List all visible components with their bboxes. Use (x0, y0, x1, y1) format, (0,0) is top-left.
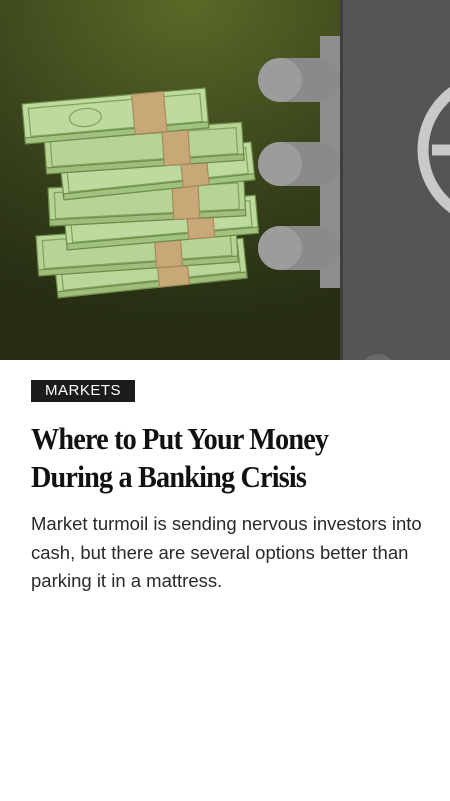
headline-line-2: During a Banking Crisis (31, 459, 307, 494)
money-safe-illustration (0, 0, 450, 360)
headline[interactable]: Where to Put Your Money During a Banking… (31, 420, 390, 496)
article-summary: Market turmoil is sending nervous invest… (31, 513, 422, 591)
hero-illustration (0, 0, 450, 360)
story-card[interactable]: MARKETS Where to Put Your Money During a… (0, 0, 450, 801)
section-tag[interactable]: MARKETS (31, 380, 136, 402)
headline-line-1: Where to Put Your Money (31, 421, 329, 456)
